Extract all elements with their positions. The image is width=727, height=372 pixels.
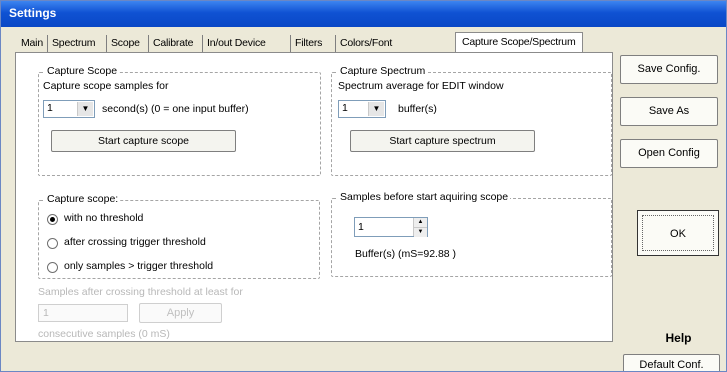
buffer-ms-info: Buffer(s) (mS=92.88 ) — [355, 248, 457, 260]
capture-spectrum-buffers-value: 1 — [342, 102, 348, 114]
capture-spectrum-group-label: Capture Spectrum — [338, 65, 428, 77]
samples-after-threshold-label: Samples after crossing threshold at leas… — [38, 286, 243, 298]
spin-down-icon[interactable]: ▼ — [414, 228, 427, 237]
radio-only-samples-above-threshold[interactable] — [47, 262, 58, 273]
capture-scope-threshold-group: Capture scope: with no threshold after c… — [38, 193, 320, 279]
chevron-down-icon[interactable]: ▼ — [368, 102, 384, 116]
radio-no-threshold-label: with no threshold — [64, 212, 144, 224]
tab-main[interactable]: Main — [17, 35, 47, 52]
consecutive-samples-note: consecutive samples (0 mS) — [38, 328, 170, 340]
save-config-button[interactable]: Save Config. — [620, 55, 718, 84]
window-title: Settings — [9, 6, 57, 20]
tab-capture-scope-spectrum[interactable]: Capture Scope/Spectrum — [455, 32, 583, 52]
start-capture-scope-button[interactable]: Start capture scope — [51, 130, 236, 152]
tab-in-out-device[interactable]: In/out Device — [202, 35, 270, 52]
apply-button[interactable]: Apply — [139, 303, 222, 323]
radio-after-crossing-threshold[interactable] — [47, 238, 58, 249]
tab-spectrum[interactable]: Spectrum — [47, 35, 99, 52]
capture-scope-group-label: Capture Scope — [45, 65, 120, 77]
capture-spectrum-group: Capture Spectrum Spectrum average for ED… — [331, 65, 612, 176]
capture-scope-description: Capture scope samples for — [43, 80, 169, 92]
chevron-down-icon[interactable]: ▼ — [77, 102, 93, 116]
tab-strip: Main Spectrum Scope Calibrate In/out Dev… — [15, 32, 613, 52]
capture-spectrum-buffers-combo[interactable]: 1 ▼ — [338, 100, 386, 118]
open-config-button[interactable]: Open Config — [620, 139, 718, 168]
capture-scope-group: Capture Scope Capture scope samples for … — [38, 65, 321, 176]
spinner-arrows: ▲ ▼ — [413, 218, 427, 237]
tab-filters[interactable]: Filters — [290, 35, 326, 52]
title-bar: Settings — [1, 1, 726, 27]
settings-window: Settings Main Spectrum Scope Calibrate I… — [0, 0, 727, 372]
capture-scope-seconds-value: 1 — [47, 102, 53, 114]
samples-before-group-label: Samples before start aquiring scope — [338, 191, 511, 203]
samples-after-threshold-value: 1 — [43, 307, 49, 319]
default-conf-button[interactable]: Default Conf. — [623, 354, 720, 371]
samples-before-spinner[interactable]: 1 ▲ ▼ — [354, 217, 428, 237]
capture-spectrum-unit-label: buffer(s) — [398, 103, 437, 115]
samples-before-start-group: Samples before start aquiring scope 1 ▲ … — [331, 191, 612, 277]
radio-only-samples-label: only samples > trigger threshold — [64, 260, 214, 272]
ok-button-label: OK — [642, 215, 714, 251]
samples-before-value: 1 — [358, 221, 364, 233]
radio-no-threshold[interactable] — [47, 214, 58, 225]
tab-colors-font[interactable]: Colors/Font — [335, 35, 396, 52]
save-as-button[interactable]: Save As — [620, 97, 718, 126]
capture-scope-unit-label: second(s) (0 = one input buffer) — [102, 103, 249, 115]
tab-scope[interactable]: Scope — [106, 35, 144, 52]
tab-calibrate[interactable]: Calibrate — [148, 35, 197, 52]
capture-spectrum-description: Spectrum average for EDIT window — [338, 80, 504, 92]
capture-scope-seconds-combo[interactable]: 1 ▼ — [43, 100, 95, 118]
help-button[interactable]: Help — [631, 327, 726, 349]
tab-panel: Capture Scope Capture scope samples for … — [15, 52, 613, 342]
spin-up-icon[interactable]: ▲ — [414, 218, 427, 228]
samples-after-threshold-input[interactable]: 1 — [38, 304, 128, 322]
start-capture-spectrum-button[interactable]: Start capture spectrum — [350, 130, 535, 152]
ok-button[interactable]: OK — [637, 210, 719, 256]
radio-after-crossing-label: after crossing trigger threshold — [64, 236, 206, 248]
threshold-group-label: Capture scope: — [45, 193, 121, 205]
